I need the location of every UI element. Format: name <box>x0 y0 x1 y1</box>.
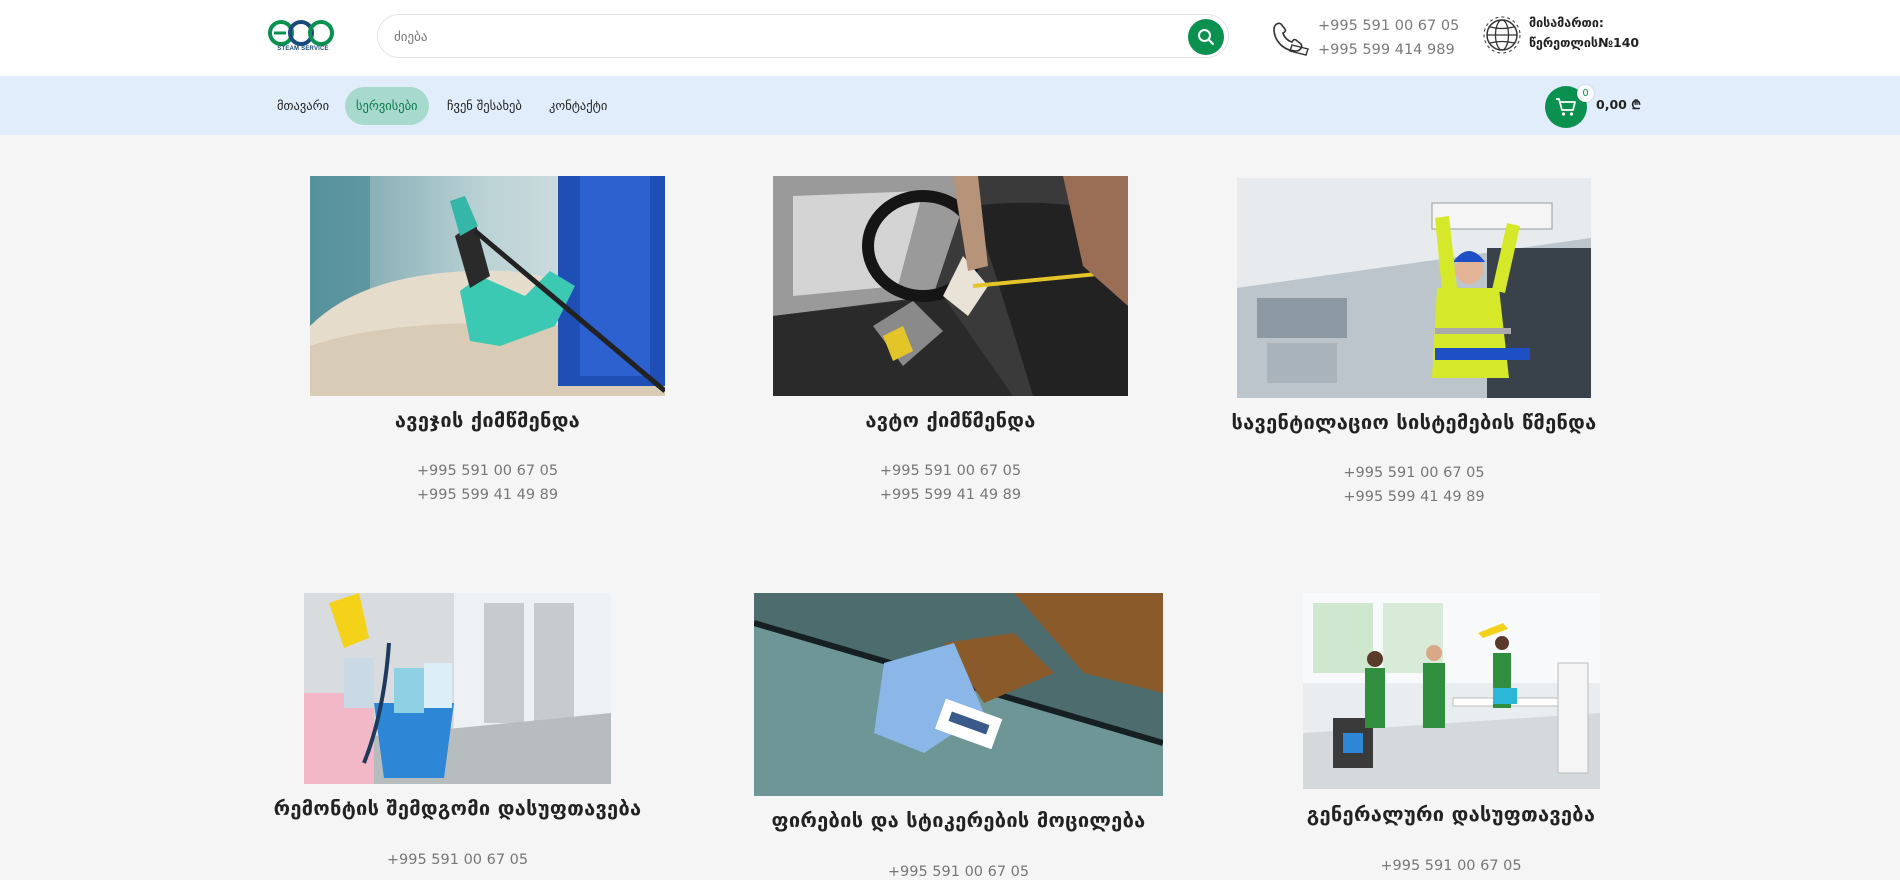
service-phone-1[interactable]: +995 591 00 67 05 <box>290 463 685 479</box>
service-phone-1[interactable]: +995 591 00 67 05 <box>1252 858 1650 874</box>
service-image-general-cleaning[interactable] <box>1303 593 1600 789</box>
cart-total[interactable]: 0,00 ₾ <box>1596 96 1641 113</box>
service-phone-2[interactable]: +995 599 41 49 89 <box>752 487 1149 503</box>
service-phone-1[interactable]: +995 591 00 67 05 <box>736 864 1181 880</box>
address-block: მისამართი: წერეთლის№140 <box>1529 13 1639 53</box>
main-nav: მთავარი სერვისები ჩვენ შესახებ კონტაქტი … <box>0 76 1900 135</box>
address-label: მისამართი: <box>1529 15 1604 30</box>
search-button[interactable] <box>1188 19 1224 55</box>
service-phone-1[interactable]: +995 591 00 67 05 <box>260 852 655 868</box>
service-title[interactable]: ფირების და სტიკერების მოცილება <box>736 808 1181 832</box>
globe-icon <box>1483 16 1521 54</box>
header-phone-1[interactable]: +995 591 00 67 05 <box>1318 14 1459 38</box>
search-bar <box>377 14 1229 59</box>
nav-item-services[interactable]: სერვისები <box>345 87 429 125</box>
search-icon <box>1198 29 1214 45</box>
logo-subtitle: STEAM SERVICE <box>277 46 329 52</box>
top-header: STEAM SERVICE +995 591 00 67 05 +995 599… <box>0 0 1900 76</box>
service-phone-1[interactable]: +995 591 00 67 05 <box>1212 465 1616 481</box>
search-input[interactable] <box>392 15 1156 59</box>
cart-count-badge: 0 <box>1577 85 1594 102</box>
address-value: წერეთლის№140 <box>1529 35 1640 50</box>
service-title[interactable]: ავტო ქიმწმენდა <box>752 408 1149 432</box>
service-image-furniture-cleaning[interactable] <box>310 176 665 396</box>
nav-item-home[interactable]: მთავარი <box>266 87 340 125</box>
phone-icon <box>1273 22 1309 56</box>
service-phone-2[interactable]: +995 599 41 49 89 <box>290 487 685 503</box>
nav-item-about[interactable]: ჩვენ შესახებ <box>436 87 533 125</box>
service-image-ventilation-cleaning[interactable] <box>1237 178 1591 398</box>
cart-icon <box>1556 98 1576 116</box>
header-phones: +995 591 00 67 05 +995 599 414 989 <box>1318 14 1459 62</box>
service-image-sticker-removal[interactable] <box>754 593 1163 796</box>
nav-item-contact[interactable]: კონტაქტი <box>538 87 618 125</box>
service-image-car-cleaning[interactable] <box>773 176 1128 396</box>
service-title[interactable]: გენერალური დასუფთავება <box>1252 802 1650 826</box>
service-title[interactable]: რემონტის შემდგომი დასუფთავება <box>260 796 655 820</box>
service-phone-2[interactable]: +995 599 41 49 89 <box>1212 489 1616 505</box>
service-title[interactable]: სავენტილაციო სისტემების წმენდა <box>1212 410 1616 434</box>
service-phone-1[interactable]: +995 591 00 67 05 <box>752 463 1149 479</box>
header-phone-2[interactable]: +995 599 414 989 <box>1318 38 1459 62</box>
service-image-post-renovation-cleaning[interactable] <box>304 593 611 784</box>
service-title[interactable]: ავეჯის ქიმწმენდა <box>290 408 685 432</box>
